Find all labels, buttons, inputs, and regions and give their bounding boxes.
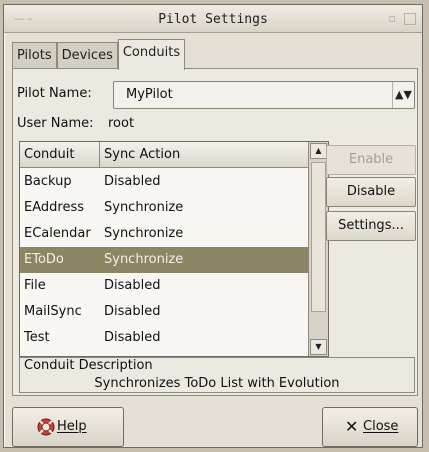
action-cell: Disabled bbox=[104, 330, 161, 345]
close-button[interactable]: ✕ Close bbox=[322, 407, 418, 447]
action-cell: Synchronize bbox=[104, 200, 184, 215]
select-arrows-icon: ▲▼ bbox=[392, 82, 414, 108]
maximize-icon[interactable] bbox=[404, 13, 416, 25]
table-rows: Backup Disabled EAddress Synchronize ECale… bbox=[20, 169, 308, 351]
table-row[interactable]: Test Disabled bbox=[20, 325, 308, 351]
conduit-cell: EAddress bbox=[24, 200, 84, 215]
tab-pilots[interactable]: Pilots bbox=[12, 42, 57, 70]
help-button[interactable]: Help bbox=[12, 407, 124, 447]
table-row[interactable]: EAddress Synchronize bbox=[20, 195, 308, 221]
help-label: Help bbox=[57, 419, 87, 434]
scroll-thumb[interactable] bbox=[311, 162, 326, 312]
action-cell: Disabled bbox=[104, 278, 161, 293]
conduit-cell: Test bbox=[24, 330, 50, 345]
user-name-label: User Name: bbox=[17, 116, 94, 131]
help-lifebuoy-icon bbox=[37, 418, 55, 440]
column-header-sync-action[interactable]: Sync Action bbox=[100, 142, 308, 168]
minimize-icon[interactable]: ▫ bbox=[389, 13, 396, 24]
title-bar[interactable]: — – Pilot Settings ▫ bbox=[4, 5, 422, 33]
enable-button[interactable]: Enable bbox=[326, 145, 416, 175]
action-cell: Disabled bbox=[104, 304, 161, 319]
table-row[interactable]: Backup Disabled bbox=[20, 169, 308, 195]
conduit-table: Conduit Sync Action Backup Disabled EAddr… bbox=[19, 141, 329, 357]
action-cell: Synchronize bbox=[104, 252, 184, 267]
action-cell: Synchronize bbox=[104, 226, 184, 241]
table-row[interactable]: ECalendar Synchronize bbox=[20, 221, 308, 247]
scroll-down-icon[interactable]: ▼ bbox=[310, 339, 327, 355]
conduit-cell: Backup bbox=[24, 174, 72, 189]
settings-button[interactable]: Settings... bbox=[326, 211, 416, 241]
table-row[interactable]: File Disabled bbox=[20, 273, 308, 299]
conduit-cell: EToDo bbox=[24, 252, 64, 267]
table-row-selected[interactable]: EToDo Synchronize bbox=[20, 247, 308, 273]
pilot-name-value: MyPilot bbox=[126, 87, 173, 102]
tab-conduits[interactable]: Conduits bbox=[117, 39, 186, 70]
close-label: Close bbox=[363, 419, 399, 434]
window-title: Pilot Settings bbox=[158, 12, 268, 27]
pilot-name-label: Pilot Name: bbox=[17, 86, 92, 101]
scroll-up-icon[interactable]: ▲ bbox=[310, 143, 327, 159]
conduit-cell: MailSync bbox=[24, 304, 82, 319]
conduit-cell: ECalendar bbox=[24, 226, 91, 241]
conduit-cell: File bbox=[24, 278, 46, 293]
table-header: Conduit Sync Action bbox=[20, 142, 308, 168]
user-name-value: root bbox=[108, 116, 135, 131]
description-text: Synchronizes ToDo List with Evolution bbox=[94, 376, 340, 391]
conduit-description: Conduit Description Synchronizes ToDo Li… bbox=[19, 357, 415, 393]
pilot-settings-window: — – Pilot Settings ▫ Pilots Devices Cond… bbox=[3, 4, 423, 448]
disable-button[interactable]: Disable bbox=[326, 177, 416, 207]
description-title: Conduit Description bbox=[24, 358, 153, 373]
action-cell: Disabled bbox=[104, 174, 161, 189]
table-row[interactable]: MailSync Disabled bbox=[20, 299, 308, 325]
tab-devices[interactable]: Devices bbox=[56, 42, 118, 70]
column-header-conduit[interactable]: Conduit bbox=[20, 142, 100, 168]
table-scrollbar[interactable]: ▲ ▼ bbox=[308, 142, 328, 356]
tab-bar: Pilots Devices Conduits bbox=[12, 39, 186, 70]
close-icon: ✕ bbox=[345, 417, 359, 436]
conduits-panel: Pilot Name: MyPilot ▲▼ User Name: root C… bbox=[12, 68, 418, 396]
pilot-name-select[interactable]: MyPilot ▲▼ bbox=[113, 81, 415, 109]
